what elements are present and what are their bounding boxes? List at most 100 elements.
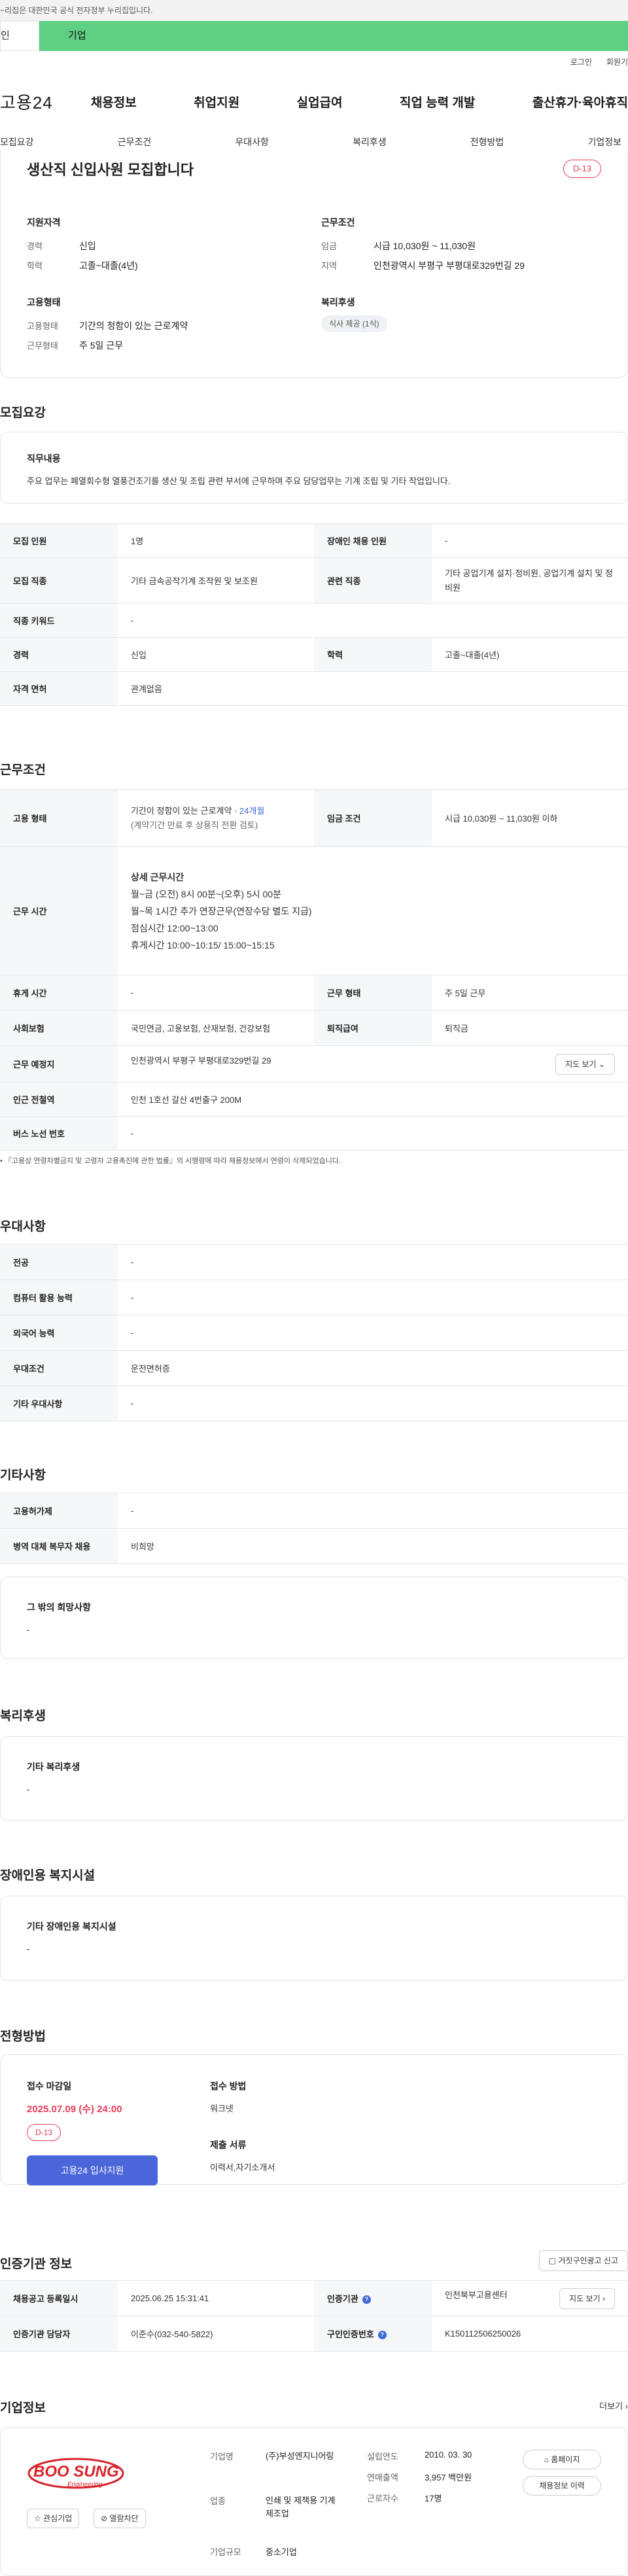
table-cell: - xyxy=(118,975,314,1011)
info-icon[interactable]: ? xyxy=(362,2295,371,2305)
employment-title: 고용형태 xyxy=(27,297,61,307)
table-cell: 국민연금, 고용보험, 산재보험, 건강보험 xyxy=(118,1010,314,1046)
table-header: 컴퓨터 활용 능력 xyxy=(0,1279,118,1315)
table-header: 근무 형태 xyxy=(314,975,432,1011)
table-header: 모집 인원 xyxy=(0,523,118,558)
career-value: 신입 xyxy=(79,241,96,251)
wage-row: 임금 시급 10,030원 ~ 11,030원 xyxy=(321,239,476,252)
hours-line: 월~목 1시간 추가 연장근무(연장수당 별도 지급) xyxy=(131,905,312,916)
table-cell: 신입 xyxy=(118,637,314,672)
employees-value: 17명 xyxy=(425,2494,442,2503)
global-nav: 고용24 채용정보 취업지원 실업급여 직업 능력 개발 출산휴가·육아휴직 xyxy=(0,86,628,116)
table-header: 구인인증번호? xyxy=(314,2316,432,2352)
table-row: 근무 시간 상세 근무시간 월~금 (오전) 8시 00분~(오후) 5시 00… xyxy=(0,846,628,975)
company-name-value: (주)부성엔지니어링 xyxy=(266,2451,334,2461)
table-cell: 시급 10,030원 ~ 11,030원 이하 xyxy=(432,789,628,847)
table-row: 인증기관 담당자 이준수(032-540-5822) 구인인증번호? K1501… xyxy=(0,2316,628,2352)
agency-map-button[interactable]: 지도 보기 › xyxy=(559,2288,615,2309)
method-title: 접수 방법 xyxy=(210,2081,247,2091)
table-cell: - xyxy=(432,523,628,558)
established-label: 설립연도 xyxy=(367,2452,398,2462)
table-row: 모집 직종 기타 금속공작기계 조작원 및 보조원 관련 직종 기타 공업기계 … xyxy=(0,557,628,604)
table-header: 경력 xyxy=(0,637,118,672)
utility-links: 로그인 회원기 xyxy=(570,56,628,67)
dday-badge: D-13 xyxy=(27,2124,61,2141)
table-row: 고용 형태 기간이 정함이 있는 근로계약 · 24개월 (계약기간 만료 후 상… xyxy=(0,789,628,847)
tab-company[interactable]: 기업 xyxy=(39,21,628,51)
gnb-item-jobs[interactable]: 채용정보 xyxy=(91,93,137,111)
contract-months: 24개월 xyxy=(239,805,265,816)
sales-value: 3,957 백만원 xyxy=(425,2473,472,2482)
login-link[interactable]: 로그인 xyxy=(570,56,592,67)
table-header: 모집 직종 xyxy=(0,557,118,604)
prefer-section-title: 우대사항 xyxy=(0,1220,46,1234)
table-cell: 인천 1호선 갈산 4번출구 200M xyxy=(118,1082,628,1117)
table-cell: 상세 근무시간 월~금 (오전) 8시 00분~(오후) 5시 00분 월~목 … xyxy=(118,846,628,975)
prefer-table: 전공 - 컴퓨터 활용 능력 - 외국어 능력 - 우대조건 운전면허증 기타 우대사항… xyxy=(0,1244,628,1421)
table-header: 병역 대체 복무자 채용 xyxy=(0,1528,118,1564)
benefit-value: - xyxy=(27,1784,30,1794)
career-row: 경력 신입 xyxy=(27,239,96,252)
gnb-item-employment-support[interactable]: 취업지원 xyxy=(194,93,239,111)
cert-number-label: 구인인증번호 xyxy=(327,2329,374,2339)
table-header: 근무 시간 xyxy=(0,846,118,975)
table-row: 채용공고 등록일시 2025.06.25 15:31:41 인증기관? 인천북부… xyxy=(0,2280,628,2316)
table-cell: - xyxy=(118,1315,628,1351)
selection-section-title: 전형방법 xyxy=(0,2030,46,2044)
company-name-label: 기업명 xyxy=(210,2452,234,2462)
block-button-label: 열람차단 xyxy=(109,2514,139,2523)
info-icon[interactable]: ? xyxy=(377,2331,387,2340)
table-cell: 인천북부고용센터 지도 보기 › xyxy=(432,2280,628,2316)
table-header: 인증기관? xyxy=(314,2280,432,2316)
job-history-button[interactable]: 채용정보 이력 xyxy=(523,2476,601,2496)
table-cell: 2025.06.25 15:31:41 xyxy=(118,2280,314,2316)
more-link[interactable]: 더보기 › xyxy=(599,2399,628,2412)
wage-value: 시급 10,030원 ~ 11,030원 xyxy=(374,241,476,251)
chevron-right-icon: › xyxy=(625,2401,628,2411)
report-fake-ad-button[interactable]: ▢ 거짓구인광고 신고 xyxy=(538,2250,628,2271)
block-view-button[interactable]: ⊘ 열람차단 xyxy=(94,2509,146,2528)
logo-wordmark: BOO SUNG xyxy=(33,2463,119,2480)
table-row: 고용허가제 - xyxy=(0,1493,628,1529)
report-button-label: 거짓구인광고 신고 xyxy=(558,2256,618,2265)
table-cell: 1명 xyxy=(118,523,314,558)
table-row: 경력 신입 학력 고졸~대졸(4년) xyxy=(0,637,628,672)
wish-card: 그 밖의 희망사항 - xyxy=(0,1576,628,1659)
company-logo: BOO SUNG Engineering xyxy=(27,2455,125,2494)
education-row: 학력 고졸~대졸(4년) xyxy=(27,259,138,272)
table-header: 관련 직종 xyxy=(314,557,432,604)
map-button[interactable]: 지도 보기 ⌄ xyxy=(555,1053,615,1075)
homepage-button[interactable]: ⌂ 홈페이지 xyxy=(523,2450,601,2469)
site-logo[interactable]: 고용24 xyxy=(0,90,53,114)
table-header: 휴게 시간 xyxy=(0,975,118,1011)
table-cell: 이준수(032-540-5822) xyxy=(118,2316,314,2352)
career-label: 경력 xyxy=(27,241,43,251)
table-header: 직종 키워드 xyxy=(0,603,118,638)
agency-map-label: 지도 보기 xyxy=(569,2293,601,2303)
work-table: 고용 형태 기간이 정함이 있는 근로계약 · 24개월 (계약기간 만료 후 상… xyxy=(0,789,628,1151)
table-header: 기타 우대사항 xyxy=(0,1385,118,1421)
chevron-down-icon: ⌄ xyxy=(598,1059,605,1069)
table-row: 인근 전철역 인천 1호선 갈산 4번출구 200M xyxy=(0,1082,628,1117)
block-icon: ⊘ xyxy=(101,2514,108,2523)
table-header: 전공 xyxy=(0,1244,118,1280)
gnb-item-parental-leave[interactable]: 출산휴가·육아휴직 xyxy=(532,93,628,111)
recruit-section-title: 모집요강 xyxy=(0,406,46,420)
industry-label: 업종 xyxy=(210,2496,226,2506)
gnb-item-job-training[interactable]: 직업 능력 개발 xyxy=(400,93,475,111)
table-row: 모집 인원 1명 장애인 채용 인원 - xyxy=(0,523,628,558)
table-row: 기타 우대사항 - xyxy=(0,1385,628,1421)
agency-section-title: 인증기관 정보 xyxy=(0,2257,73,2271)
conditions-title: 근무조건 xyxy=(321,217,355,228)
docs-value: 이력서,자기소개서 xyxy=(210,2163,275,2172)
interest-company-button[interactable]: ☆ 관심기업 xyxy=(27,2509,80,2528)
tab-personal[interactable]: 인 xyxy=(0,21,39,51)
join-link[interactable]: 회원기 xyxy=(606,56,628,67)
work-place-value: 인천광역시 부평구 부평대로329번길 29 xyxy=(131,1055,271,1066)
table-header: 임금 조건 xyxy=(314,789,432,847)
gov-banner: ~리집은 대한민국 공식 전자정부 누리집입니다. xyxy=(0,0,628,21)
table-cell: 기간이 정함이 있는 근로계약 · 24개월 (계약기간 만료 후 상용직 전환 … xyxy=(118,789,314,847)
apply-button[interactable]: 고용24 입사지원 xyxy=(27,2155,158,2185)
gnb-item-unemployment-benefit[interactable]: 실업급여 xyxy=(297,93,343,111)
table-cell: - xyxy=(118,1493,628,1529)
